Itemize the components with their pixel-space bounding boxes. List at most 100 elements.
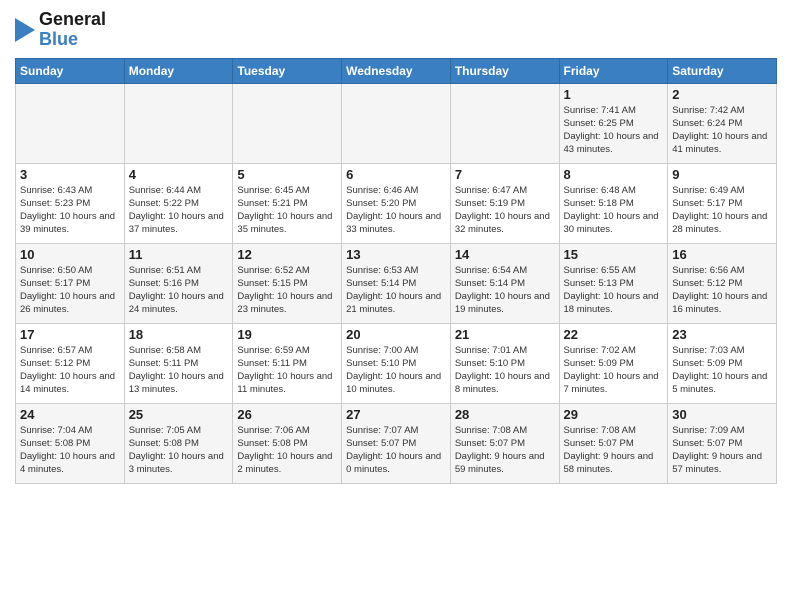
day-info: Sunrise: 6:56 AM Sunset: 5:12 PM Dayligh… [672,264,772,317]
day-number: 11 [129,247,229,262]
day-number: 8 [564,167,664,182]
week-row-1: 3Sunrise: 6:43 AM Sunset: 5:23 PM Daylig… [16,163,777,243]
day-info: Sunrise: 6:51 AM Sunset: 5:16 PM Dayligh… [129,264,229,317]
day-number: 1 [564,87,664,102]
day-info: Sunrise: 7:00 AM Sunset: 5:10 PM Dayligh… [346,344,446,397]
calendar-cell: 23 Sunrise: 7:03 AM Sunset: 5:09 PM Dayli… [668,323,777,403]
day-number: 27 [346,407,446,422]
header-tuesday: Tuesday [233,58,342,83]
day-number: 5 [237,167,337,182]
calendar-cell: 28 Sunrise: 7:08 AM Sunset: 5:07 PM Dayli… [450,403,559,483]
day-number: 22 [564,327,664,342]
calendar-cell: 21 Sunrise: 7:01 AM Sunset: 5:10 PM Dayli… [450,323,559,403]
calendar-cell: 8 Sunrise: 6:48 AM Sunset: 5:18 PM Daylig… [559,163,668,243]
day-number: 23 [672,327,772,342]
day-number: 13 [346,247,446,262]
day-number: 19 [237,327,337,342]
calendar-cell: 14 Sunrise: 6:54 AM Sunset: 5:14 PM Dayli… [450,243,559,323]
calendar-header-row: SundayMondayTuesdayWednesdayThursdayFrid… [16,58,777,83]
day-info: Sunrise: 7:05 AM Sunset: 5:08 PM Dayligh… [129,424,229,477]
day-info: Sunrise: 7:41 AM Sunset: 6:25 PM Dayligh… [564,104,664,157]
day-number: 24 [20,407,120,422]
day-info: Sunrise: 6:53 AM Sunset: 5:14 PM Dayligh… [346,264,446,317]
day-info: Sunrise: 7:04 AM Sunset: 5:08 PM Dayligh… [20,424,120,477]
calendar-cell: 3Sunrise: 6:43 AM Sunset: 5:23 PM Daylig… [16,163,125,243]
calendar-cell: 4 Sunrise: 6:44 AM Sunset: 5:22 PM Daylig… [124,163,233,243]
day-info: Sunrise: 7:42 AM Sunset: 6:24 PM Dayligh… [672,104,772,157]
header-thursday: Thursday [450,58,559,83]
day-number: 12 [237,247,337,262]
day-info: Sunrise: 7:03 AM Sunset: 5:09 PM Dayligh… [672,344,772,397]
week-row-4: 24 Sunrise: 7:04 AM Sunset: 5:08 PM Dayli… [16,403,777,483]
day-info: Sunrise: 6:44 AM Sunset: 5:22 PM Dayligh… [129,184,229,237]
calendar-cell: 27 Sunrise: 7:07 AM Sunset: 5:07 PM Dayli… [342,403,451,483]
calendar-cell: 26Sunrise: 7:06 AM Sunset: 5:08 PM Dayli… [233,403,342,483]
calendar-cell: 18 Sunrise: 6:58 AM Sunset: 5:11 PM Dayli… [124,323,233,403]
calendar-cell: 17 Sunrise: 6:57 AM Sunset: 5:12 PM Dayli… [16,323,125,403]
calendar-cell: 29Sunrise: 7:08 AM Sunset: 5:07 PM Dayli… [559,403,668,483]
calendar-cell: 22 Sunrise: 7:02 AM Sunset: 5:09 PM Dayli… [559,323,668,403]
day-info: Sunrise: 6:47 AM Sunset: 5:19 PM Dayligh… [455,184,555,237]
week-row-0: 1 Sunrise: 7:41 AM Sunset: 6:25 PM Daylig… [16,83,777,163]
day-info: Sunrise: 6:57 AM Sunset: 5:12 PM Dayligh… [20,344,120,397]
day-info: Sunrise: 6:45 AM Sunset: 5:21 PM Dayligh… [237,184,337,237]
day-number: 7 [455,167,555,182]
calendar-cell [233,83,342,163]
calendar-cell: 19 Sunrise: 6:59 AM Sunset: 5:11 PM Dayli… [233,323,342,403]
day-info: Sunrise: 6:50 AM Sunset: 5:17 PM Dayligh… [20,264,120,317]
calendar-cell: 11 Sunrise: 6:51 AM Sunset: 5:16 PM Dayli… [124,243,233,323]
calendar-cell: 7 Sunrise: 6:47 AM Sunset: 5:19 PM Daylig… [450,163,559,243]
day-number: 9 [672,167,772,182]
calendar-cell: 6Sunrise: 6:46 AM Sunset: 5:20 PM Daylig… [342,163,451,243]
logo-text: GeneralBlue [39,10,106,50]
day-number: 20 [346,327,446,342]
logo: GeneralBlue [15,10,106,50]
day-number: 16 [672,247,772,262]
calendar-cell: 5 Sunrise: 6:45 AM Sunset: 5:21 PM Daylig… [233,163,342,243]
day-number: 25 [129,407,229,422]
logo-arrow-icon [15,12,35,48]
day-number: 6 [346,167,446,182]
calendar-cell: 9 Sunrise: 6:49 AM Sunset: 5:17 PM Daylig… [668,163,777,243]
day-number: 15 [564,247,664,262]
day-info: Sunrise: 7:09 AM Sunset: 5:07 PM Dayligh… [672,424,772,477]
calendar-cell [124,83,233,163]
day-info: Sunrise: 7:08 AM Sunset: 5:07 PM Dayligh… [564,424,664,477]
day-info: Sunrise: 7:02 AM Sunset: 5:09 PM Dayligh… [564,344,664,397]
day-number: 2 [672,87,772,102]
day-number: 4 [129,167,229,182]
day-info: Sunrise: 6:49 AM Sunset: 5:17 PM Dayligh… [672,184,772,237]
day-info: Sunrise: 6:59 AM Sunset: 5:11 PM Dayligh… [237,344,337,397]
calendar-cell: 12 Sunrise: 6:52 AM Sunset: 5:15 PM Dayli… [233,243,342,323]
day-info: Sunrise: 6:58 AM Sunset: 5:11 PM Dayligh… [129,344,229,397]
day-number: 18 [129,327,229,342]
day-info: Sunrise: 7:08 AM Sunset: 5:07 PM Dayligh… [455,424,555,477]
day-number: 30 [672,407,772,422]
day-info: Sunrise: 7:01 AM Sunset: 5:10 PM Dayligh… [455,344,555,397]
week-row-2: 10Sunrise: 6:50 AM Sunset: 5:17 PM Dayli… [16,243,777,323]
day-number: 14 [455,247,555,262]
day-info: Sunrise: 6:55 AM Sunset: 5:13 PM Dayligh… [564,264,664,317]
page-header: GeneralBlue [15,10,777,50]
day-number: 28 [455,407,555,422]
week-row-3: 17 Sunrise: 6:57 AM Sunset: 5:12 PM Dayli… [16,323,777,403]
day-info: Sunrise: 6:43 AM Sunset: 5:23 PM Dayligh… [20,184,120,237]
calendar-cell: 24 Sunrise: 7:04 AM Sunset: 5:08 PM Dayli… [16,403,125,483]
header-saturday: Saturday [668,58,777,83]
header-sunday: Sunday [16,58,125,83]
day-info: Sunrise: 6:54 AM Sunset: 5:14 PM Dayligh… [455,264,555,317]
day-number: 21 [455,327,555,342]
day-number: 17 [20,327,120,342]
header-wednesday: Wednesday [342,58,451,83]
day-info: Sunrise: 7:07 AM Sunset: 5:07 PM Dayligh… [346,424,446,477]
calendar-cell: 25 Sunrise: 7:05 AM Sunset: 5:08 PM Dayli… [124,403,233,483]
day-info: Sunrise: 6:48 AM Sunset: 5:18 PM Dayligh… [564,184,664,237]
day-info: Sunrise: 6:52 AM Sunset: 5:15 PM Dayligh… [237,264,337,317]
calendar-cell [342,83,451,163]
calendar-cell: 2 Sunrise: 7:42 AM Sunset: 6:24 PM Daylig… [668,83,777,163]
calendar-table: SundayMondayTuesdayWednesdayThursdayFrid… [15,58,777,484]
calendar-cell: 20 Sunrise: 7:00 AM Sunset: 5:10 PM Dayli… [342,323,451,403]
calendar-cell: 13 Sunrise: 6:53 AM Sunset: 5:14 PM Dayli… [342,243,451,323]
calendar-cell: 16 Sunrise: 6:56 AM Sunset: 5:12 PM Dayli… [668,243,777,323]
calendar-cell: 1 Sunrise: 7:41 AM Sunset: 6:25 PM Daylig… [559,83,668,163]
